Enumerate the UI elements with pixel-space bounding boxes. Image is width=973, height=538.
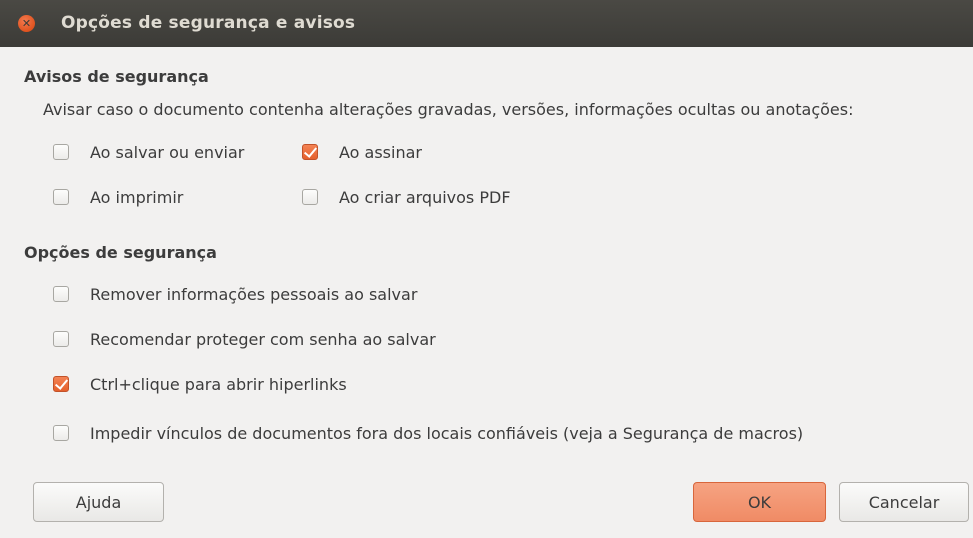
checkbox-block-untrusted-links[interactable] — [53, 425, 69, 441]
checkbox-label: Ao assinar — [339, 142, 422, 162]
checkbox-recommend-password[interactable] — [53, 331, 69, 347]
checkbox-row-ctrl-click-hyperlinks[interactable]: Ctrl+clique para abrir hiperlinks — [53, 373, 347, 395]
window-title: Opções de segurança e avisos — [61, 13, 356, 33]
close-icon[interactable]: ✕ — [18, 15, 35, 32]
checkbox-save-or-send[interactable] — [53, 144, 69, 160]
security-options-heading: Opções de segurança — [24, 243, 217, 262]
checkbox-label: Ao imprimir — [90, 187, 184, 207]
checkbox-row-recommend-password[interactable]: Recomendar proteger com senha ao salvar — [53, 328, 436, 350]
checkbox-label: Recomendar proteger com senha ao salvar — [90, 329, 436, 349]
checkbox-label: Impedir vínculos de documentos fora dos … — [90, 423, 804, 443]
checkbox-label: Ao criar arquivos PDF — [339, 187, 511, 207]
security-warnings-heading: Avisos de segurança — [24, 67, 209, 86]
checkbox-label: Ao salvar ou enviar — [90, 142, 245, 162]
checkbox-row-print[interactable]: Ao imprimir — [53, 186, 183, 208]
cancel-button[interactable]: Cancelar — [839, 482, 969, 522]
checkbox-row-block-untrusted-links[interactable]: Impedir vínculos de documentos fora dos … — [53, 422, 803, 444]
check-icon — [303, 144, 318, 158]
checkbox-row-save-or-send[interactable]: Ao salvar ou enviar — [53, 141, 244, 163]
checkbox-row-sign[interactable]: Ao assinar — [302, 141, 422, 163]
ok-button[interactable]: OK — [693, 482, 826, 522]
checkbox-remove-personal-info[interactable] — [53, 286, 69, 302]
help-button[interactable]: Ajuda — [33, 482, 164, 522]
checkbox-sign[interactable] — [302, 144, 318, 160]
checkbox-print[interactable] — [53, 189, 69, 205]
checkbox-label: Remover informações pessoais ao salvar — [90, 284, 418, 304]
checkbox-create-pdf[interactable] — [302, 189, 318, 205]
checkbox-label: Ctrl+clique para abrir hiperlinks — [90, 374, 347, 394]
check-icon — [54, 376, 69, 390]
title-bar[interactable]: ✕ Opções de segurança e avisos — [0, 0, 973, 47]
checkbox-row-remove-personal-info[interactable]: Remover informações pessoais ao salvar — [53, 283, 417, 305]
checkbox-row-create-pdf[interactable]: Ao criar arquivos PDF — [302, 186, 511, 208]
security-warnings-description: Avisar caso o documento contenha alteraç… — [43, 100, 854, 119]
security-options-dialog: ✕ Opções de segurança e avisos Avisos de… — [0, 0, 973, 538]
checkbox-ctrl-click-hyperlinks[interactable] — [53, 376, 69, 392]
